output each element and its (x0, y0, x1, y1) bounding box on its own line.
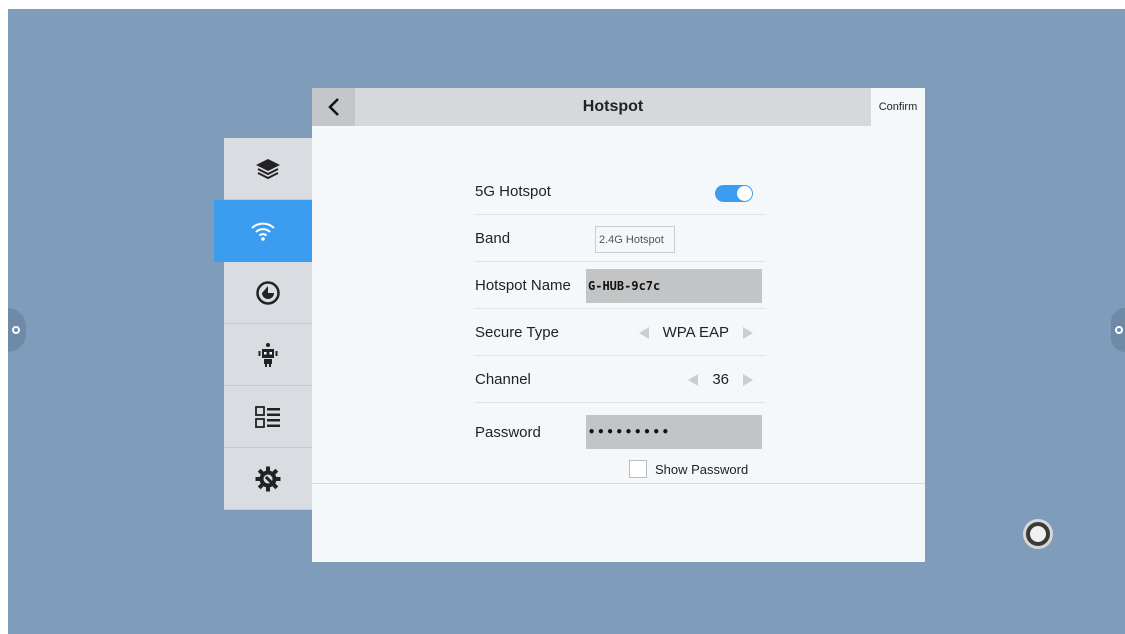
hotspot-panel: Hotspot Confirm 5G Hotspot Band 2.4G Hot… (312, 88, 925, 562)
sidebar-item-advanced[interactable] (224, 448, 312, 510)
sidebar-item-time[interactable] (224, 262, 312, 324)
secure-type-stepper: WPA EAP (638, 309, 753, 356)
hotspot-name-input[interactable]: G-HUB-9c7c (586, 269, 762, 303)
robot-icon (258, 342, 278, 367)
settings-sidebar (214, 138, 312, 510)
wifi-icon (251, 222, 275, 241)
circle-icon (1030, 526, 1046, 542)
sidebar-item-network[interactable] (214, 200, 312, 262)
channel-label: Channel (475, 370, 531, 388)
confirm-button[interactable]: Confirm (871, 88, 925, 126)
right-edge-handle[interactable] (1111, 308, 1125, 352)
password-label: Password (475, 423, 541, 441)
page-title: Hotspot (582, 98, 644, 115)
channel-stepper: 36 (688, 356, 753, 403)
clock-icon (256, 280, 280, 305)
arrow-left-icon[interactable] (638, 326, 649, 339)
show-password-option[interactable]: Show Password (629, 460, 748, 478)
row-5g-hotspot: 5G Hotspot (475, 168, 765, 215)
floating-menu-button[interactable] (1023, 519, 1053, 549)
gear-wrench-icon (255, 466, 281, 491)
toggle-knob (737, 186, 752, 201)
layers-icon (256, 158, 280, 179)
band-select[interactable]: 2.4G Hotspot (595, 226, 675, 253)
row-password: Password ••••••••• (475, 403, 765, 461)
arrow-right-icon[interactable] (743, 326, 753, 339)
handle-dot-icon (12, 326, 20, 334)
5g-hotspot-toggle[interactable] (715, 185, 753, 202)
divider (312, 483, 925, 484)
channel-value: 36 (712, 371, 729, 388)
secure-type-label: Secure Type (475, 323, 559, 341)
handle-dot-icon (1115, 326, 1123, 334)
secure-type-value: WPA EAP (662, 324, 729, 341)
password-input[interactable]: ••••••••• (586, 415, 762, 449)
panel-header: Hotspot Confirm (312, 88, 925, 126)
arrow-left-icon[interactable] (688, 373, 699, 386)
hotspot-name-label: Hotspot Name (475, 276, 571, 294)
show-password-label: Show Password (655, 461, 749, 477)
band-label: Band (475, 229, 511, 247)
row-secure-type: Secure Type WPA EAP (475, 309, 765, 356)
row-band: Band 2.4G Hotspot (475, 215, 765, 262)
sidebar-item-input[interactable] (224, 138, 312, 200)
left-edge-handle[interactable] (8, 308, 26, 352)
back-button[interactable] (312, 88, 355, 126)
sidebar-item-smart[interactable] (224, 324, 312, 386)
show-password-checkbox[interactable] (629, 460, 647, 478)
row-channel: Channel 36 (475, 356, 765, 403)
list-view-icon (255, 405, 280, 428)
hotspot-form: 5G Hotspot Band 2.4G Hotspot Hotspot Nam… (475, 168, 765, 461)
row-hotspot-name: Hotspot Name G-HUB-9c7c (475, 262, 765, 309)
5g-hotspot-label: 5G Hotspot (475, 182, 551, 200)
arrow-right-icon[interactable] (743, 373, 753, 386)
chevron-left-icon (327, 98, 339, 116)
sidebar-item-display[interactable] (224, 386, 312, 448)
